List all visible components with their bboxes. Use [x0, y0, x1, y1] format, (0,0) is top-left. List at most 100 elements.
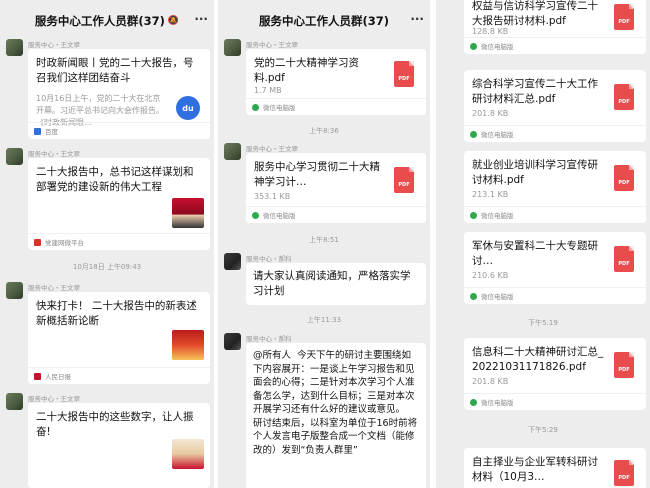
pdf-icon: PDF	[614, 165, 634, 191]
message: 就业创业培训科学习宣传研讨材料.pdf 213.1 KB PDF 微信电脑版	[442, 151, 646, 223]
chat-title: 服务中心工作人员群(37)	[34, 14, 165, 28]
pdf-icon: PDF	[614, 4, 634, 30]
file-card[interactable]: 自主择业与企业军转科研讨材料（10月3… PDF	[464, 448, 646, 488]
article-title: 二十大报告中的这些数字，让人振奋!	[36, 411, 194, 438]
avatar[interactable]	[6, 282, 23, 299]
wechat-pc-icon	[470, 292, 477, 300]
file-card[interactable]: 党的二十大精神学习资料.pdf 1.7 MB PDF 微信电脑版	[246, 49, 426, 115]
pdf-icon: PDF	[614, 460, 634, 486]
file-name: 就业创业培训科学习宣传研讨材料.pdf	[472, 159, 598, 186]
article-card[interactable]: 二十大报告中，总书记这样谋划和部署党的建设新的伟大工程 党建网微平台	[28, 158, 210, 250]
timestamp: 下午5:29	[528, 426, 558, 434]
people-daily-icon	[34, 372, 41, 380]
file-name: 服务中心学习贯彻二十大精神学习计…	[254, 161, 380, 188]
file-source: 微信电脑版	[246, 206, 426, 223]
message: 权益与信访科学习宣传二十大报告研讨材料.pdf 128.8 KB PDF 微信电…	[442, 0, 646, 54]
file-name: 自主择业与企业军转科研讨材料（10月3…	[472, 456, 598, 483]
article-thumbnail	[172, 330, 204, 360]
file-name: 军休与安置科二十大专题研讨…	[472, 240, 598, 267]
file-card[interactable]: 权益与信访科学习宣传二十大报告研讨材料.pdf 128.8 KB PDF 微信电…	[464, 0, 646, 54]
party-icon	[34, 238, 41, 246]
avatar[interactable]	[224, 253, 241, 270]
wechat-pc-icon	[252, 211, 259, 219]
sender-name: 服务中心・郝科	[246, 255, 292, 263]
file-size: 213.1 KB	[472, 190, 509, 199]
chat-title: 服务中心工作人员群(37)	[258, 14, 389, 28]
timestamp: 上午8:51	[309, 236, 339, 244]
text-message: @所有人 今天下午的研讨主要围绕如下内容展开：一是谈上午学习报告和见面会的心得；…	[246, 343, 426, 488]
chat-panel-1: 服务中心工作人员群(37) 🔕 ··· 服务中心・王文翠 时政新闻眼丨党的二十大…	[0, 0, 214, 488]
file-size: 1.7 MB	[254, 86, 282, 95]
file-size: 353.1 KB	[254, 192, 291, 201]
wechat-pc-icon	[470, 130, 477, 138]
sender-name: 服务中心・王文翠	[246, 145, 298, 153]
article-source: 党建网微平台	[28, 233, 210, 250]
avatar[interactable]	[224, 333, 241, 350]
timestamp: 下午5:19	[528, 319, 558, 327]
message: 服务中心・王文翠 二十大报告中，总书记这样谋划和部署党的建设新的伟大工程 党建网…	[6, 148, 210, 250]
sender-name: 服务中心・王文翠	[28, 41, 80, 49]
timestamp: 上午11:33	[306, 316, 342, 324]
more-icon[interactable]: ···	[410, 12, 424, 26]
file-name: 党的二十大精神学习资料.pdf	[254, 57, 359, 84]
file-size: 201.8 KB	[472, 377, 509, 386]
pdf-icon: PDF	[614, 352, 634, 378]
message: 服务中心・郝科 @所有人 今天下午的研讨主要围绕如下内容展开：一是谈上午学习报告…	[224, 333, 426, 488]
article-title: 快来打卡！ 二十大报告中的新表述新概括新论断	[36, 300, 197, 327]
file-size: 201.8 KB	[472, 109, 509, 118]
sender-name: 服务中心・王文翠	[246, 41, 298, 49]
message: 军休与安置科二十大专题研讨… 210.6 KB PDF 微信电脑版	[442, 232, 646, 304]
article-thumbnail: du	[172, 93, 204, 123]
timestamp: 上午8:36	[309, 127, 339, 135]
message: 服务中心・王文翠 服务中心学习贯彻二十大精神学习计… 353.1 KB PDF …	[224, 143, 426, 223]
message: 信息科二十大精神研讨汇总_20221031171826.pdf 201.8 KB…	[442, 338, 646, 410]
more-icon[interactable]: ···	[194, 12, 208, 26]
avatar[interactable]	[224, 39, 241, 56]
file-name: 信息科二十大精神研讨汇总_20221031171826.pdf	[472, 346, 604, 373]
timestamp: 10月18日 上午09:43	[72, 263, 142, 271]
article-card[interactable]: 二十大报告中的这些数字，让人振奋!	[28, 403, 210, 488]
message: 服务中心・王文翠 快来打卡！ 二十大报告中的新表述新概括新论断 人民日报	[6, 282, 210, 384]
message: 服务中心・王文翠 党的二十大精神学习资料.pdf 1.7 MB PDF 微信电脑…	[224, 39, 426, 115]
wechat-pc-icon	[470, 42, 477, 50]
file-source: 微信电脑版	[246, 98, 426, 115]
file-card[interactable]: 就业创业培训科学习宣传研讨材料.pdf 213.1 KB PDF 微信电脑版	[464, 151, 646, 223]
file-card[interactable]: 服务中心学习贯彻二十大精神学习计… 353.1 KB PDF 微信电脑版	[246, 153, 426, 223]
wechat-pc-icon	[470, 398, 477, 406]
article-card[interactable]: 快来打卡！ 二十大报告中的新表述新概括新论断 人民日报	[28, 292, 210, 384]
pdf-icon: PDF	[394, 61, 414, 87]
message: 自主择业与企业军转科研讨材料（10月3… PDF	[442, 448, 646, 488]
baidu-icon: du	[176, 96, 200, 120]
avatar[interactable]	[6, 39, 23, 56]
avatar[interactable]	[6, 393, 23, 410]
pdf-icon: PDF	[614, 84, 634, 110]
chat-panel-2: 服务中心工作人员群(37) ··· 服务中心・王文翠 党的二十大精神学习资料.p…	[218, 0, 430, 488]
mute-icon: 🔕	[167, 16, 180, 26]
file-name: 权益与信访科学习宣传二十大报告研讨材料.pdf	[472, 0, 598, 27]
file-card[interactable]: 综合科学习宣传二十大工作研讨材料汇总.pdf 201.8 KB PDF 微信电脑…	[464, 70, 646, 142]
article-card[interactable]: 时政新闻眼丨党的二十大报告，号召我们这样团结奋斗 10月16日上午，党的二十大在…	[28, 49, 210, 139]
file-size: 210.6 KB	[472, 271, 509, 280]
file-card[interactable]: 军休与安置科二十大专题研讨… 210.6 KB PDF 微信电脑版	[464, 232, 646, 304]
chat-header: 服务中心工作人员群(37) ···	[218, 0, 430, 42]
file-source: 微信电脑版	[464, 206, 646, 223]
chat-panel-3: 权益与信访科学习宣传二十大报告研讨材料.pdf 128.8 KB PDF 微信电…	[436, 0, 650, 488]
file-source: 微信电脑版	[464, 125, 646, 142]
article-thumbnail	[172, 198, 204, 228]
file-card[interactable]: 信息科二十大精神研讨汇总_20221031171826.pdf 201.8 KB…	[464, 338, 646, 410]
wechat-pc-icon	[470, 211, 477, 219]
avatar[interactable]	[6, 148, 23, 165]
article-title: 时政新闻眼丨党的二十大报告，号召我们这样团结奋斗	[36, 57, 194, 84]
message: 服务中心・郝科 请大家认真阅读通知，严格落实学习计划	[224, 253, 426, 305]
article-title: 二十大报告中，总书记这样谋划和部署党的建设新的伟大工程	[36, 166, 194, 193]
article-thumbnail	[172, 439, 204, 469]
sender-name: 服务中心・王文翠	[28, 284, 80, 292]
message: 服务中心・王文翠 时政新闻眼丨党的二十大报告，号召我们这样团结奋斗 10月16日…	[6, 39, 210, 139]
article-source: 百度	[28, 122, 210, 139]
baidu-small-icon	[34, 127, 41, 135]
chat-header: 服务中心工作人员群(37) 🔕 ···	[0, 0, 214, 42]
pdf-icon: PDF	[394, 167, 414, 193]
avatar[interactable]	[224, 143, 241, 160]
file-source: 微信电脑版	[464, 393, 646, 410]
pdf-icon: PDF	[614, 246, 634, 272]
